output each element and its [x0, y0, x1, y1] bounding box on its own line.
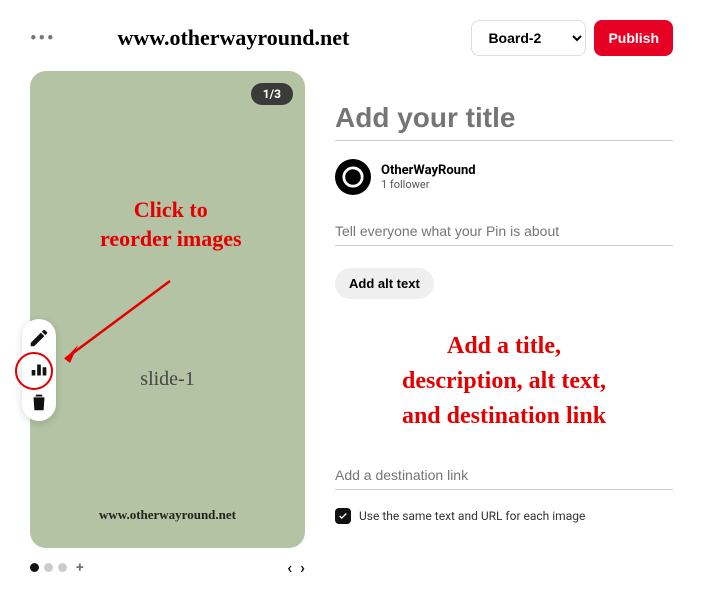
prev-arrow-icon[interactable]: ‹	[287, 558, 292, 577]
destination-input[interactable]	[335, 461, 673, 490]
check-icon	[338, 511, 348, 521]
page-dots: +	[30, 560, 84, 576]
description-input[interactable]	[335, 217, 673, 246]
page-dot[interactable]	[44, 563, 53, 572]
slide-watermark: www.otherwayround.net	[30, 507, 305, 523]
checkbox-label: Use the same text and URL for each image	[359, 509, 585, 523]
publish-button[interactable]: Publish	[594, 20, 673, 56]
add-slide-button[interactable]: +	[76, 560, 84, 576]
slide-tools	[22, 319, 56, 421]
slide-preview[interactable]: 1/3 slide-1 www.otherwayround.net	[30, 71, 305, 548]
alt-text-button[interactable]: Add alt text	[335, 268, 434, 299]
delete-icon[interactable]	[28, 391, 50, 413]
slide-counter: 1/3	[251, 83, 293, 105]
board-select[interactable]: Board-2	[471, 20, 586, 56]
reorder-icon[interactable]	[28, 359, 50, 381]
edit-icon[interactable]	[28, 327, 50, 349]
profile-followers: 1 follower	[381, 178, 476, 191]
title-input[interactable]	[335, 96, 673, 141]
avatar	[335, 159, 371, 195]
next-arrow-icon[interactable]: ›	[300, 558, 305, 577]
annotation-form-hint: Add a title, description, alt text, and …	[335, 329, 673, 433]
slide-label: slide-1	[30, 368, 305, 391]
page-dot[interactable]	[58, 563, 67, 572]
page-dot[interactable]	[30, 563, 39, 572]
profile-name: OtherWayRound	[381, 163, 476, 178]
watermark-text: www.otherwayround.net	[0, 25, 471, 51]
same-text-checkbox[interactable]	[335, 508, 351, 524]
annotation-reorder-text: Click to reorder images	[100, 196, 242, 253]
